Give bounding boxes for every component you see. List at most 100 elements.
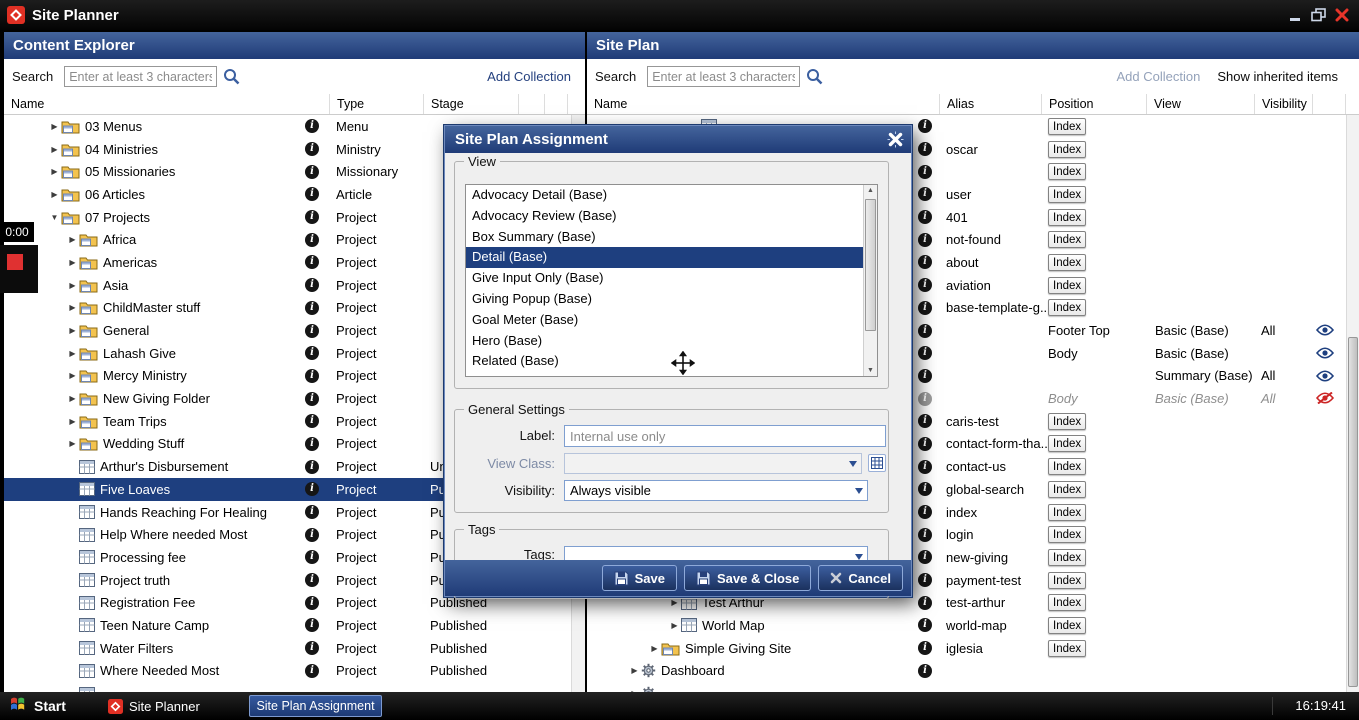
column-header-type[interactable]: Type (330, 94, 424, 114)
index-button[interactable]: Index (1048, 594, 1087, 612)
info-icon[interactable]: i (305, 323, 319, 338)
info-icon[interactable]: i (918, 459, 932, 474)
info-icon[interactable]: i (305, 482, 319, 497)
info-icon[interactable]: i (918, 663, 932, 678)
info-icon[interactable]: i (305, 255, 319, 270)
info-icon[interactable]: i (305, 459, 319, 474)
eye-visible-icon[interactable] (1315, 324, 1335, 339)
view-option[interactable]: Related (Base) (466, 351, 863, 372)
dialog-titlebar[interactable]: Site Plan Assignment (445, 126, 911, 153)
info-icon[interactable]: i (918, 346, 932, 361)
info-icon[interactable]: i (305, 663, 319, 678)
info-icon[interactable]: i (305, 232, 319, 247)
info-icon[interactable]: i (918, 164, 932, 179)
expand-arrow-icon[interactable]: ▶ (66, 281, 79, 290)
taskbar-item-site-plan-assignment[interactable]: Site Plan Assignment (249, 695, 382, 717)
eye-visible-icon[interactable] (1315, 347, 1335, 362)
index-button[interactable]: Index (1048, 458, 1087, 476)
show-inherited-items-link[interactable]: Show inherited items (1217, 69, 1338, 84)
expand-arrow-icon[interactable]: ▶ (66, 303, 79, 312)
view-option[interactable]: Hero (Base) (466, 331, 863, 352)
visibility-select[interactable]: Always visible (564, 480, 868, 501)
expand-arrow-icon[interactable]: ▼ (48, 213, 61, 222)
minimize-icon[interactable] (1287, 7, 1305, 23)
expand-arrow-icon[interactable]: ▶ (66, 235, 79, 244)
label-input[interactable] (564, 425, 886, 447)
eye-hidden-icon[interactable] (1315, 391, 1335, 407)
info-icon[interactable]: i (918, 550, 932, 565)
view-option[interactable]: Give Input Only (Base) (466, 268, 863, 289)
cancel-button[interactable]: Cancel (818, 565, 903, 591)
expand-arrow-icon[interactable]: ▶ (628, 666, 641, 675)
info-icon[interactable]: i (918, 414, 932, 429)
view-class-browse-button[interactable] (868, 454, 886, 472)
column-header-view[interactable]: View (1147, 94, 1255, 114)
expand-arrow-icon[interactable]: ▶ (66, 394, 79, 403)
index-button[interactable]: Index (1048, 276, 1087, 294)
info-icon[interactable]: i (305, 368, 319, 383)
expand-arrow-icon[interactable]: ▶ (66, 258, 79, 267)
view-option[interactable]: Detail (Base) (466, 247, 863, 269)
index-button[interactable]: Index (1048, 117, 1087, 135)
expand-arrow-icon[interactable]: ▶ (668, 621, 681, 630)
index-button[interactable]: Index (1048, 208, 1087, 226)
search-icon[interactable] (806, 68, 823, 85)
info-icon[interactable]: i (918, 436, 932, 451)
save-close-button[interactable]: Save & Close (683, 565, 812, 591)
view-class-select[interactable] (564, 453, 862, 474)
expand-arrow-icon[interactable]: ▶ (48, 122, 61, 131)
search-input[interactable] (647, 66, 801, 87)
info-icon[interactable]: i (305, 550, 319, 565)
info-icon[interactable]: i (305, 164, 319, 179)
expand-arrow-icon[interactable]: ▶ (66, 349, 79, 358)
column-header-name[interactable]: Name (4, 94, 330, 114)
site-plan-row[interactable]: ▶ World Map i world-map Index (587, 614, 1346, 637)
info-icon[interactable]: i (305, 595, 319, 610)
scrollbar-thumb[interactable] (865, 199, 876, 331)
site-plan-row[interactable]: ▶ Dashboard i (587, 660, 1346, 683)
info-icon[interactable]: i (305, 414, 319, 429)
index-button[interactable]: Index (1048, 639, 1087, 657)
index-button[interactable]: Index (1048, 140, 1087, 158)
expand-arrow-icon[interactable]: ▶ (48, 167, 61, 176)
index-button[interactable]: Index (1048, 412, 1087, 430)
dialog-close-icon[interactable] (887, 131, 904, 148)
info-icon[interactable]: i (305, 436, 319, 451)
info-icon[interactable]: i (305, 187, 319, 202)
info-icon[interactable]: i (918, 482, 932, 497)
info-icon[interactable]: i (305, 119, 319, 134)
content-row[interactable] (4, 682, 571, 692)
expand-arrow-icon[interactable]: ▶ (648, 644, 661, 653)
eye-visible-icon[interactable] (1315, 370, 1335, 385)
info-icon[interactable]: i (918, 527, 932, 542)
index-button[interactable]: Index (1048, 163, 1087, 181)
info-icon[interactable]: i (305, 300, 319, 315)
info-icon[interactable]: i (305, 391, 319, 406)
index-button[interactable]: Index (1048, 616, 1087, 634)
index-button[interactable]: Index (1048, 231, 1087, 249)
scroll-up-icon[interactable]: ▲ (864, 187, 877, 194)
view-option[interactable]: Advocacy Review (Base) (466, 206, 863, 227)
info-icon[interactable]: i (918, 187, 932, 202)
search-input[interactable] (64, 66, 218, 87)
info-icon[interactable]: i (918, 278, 932, 293)
expand-arrow-icon[interactable]: ▶ (66, 326, 79, 335)
view-option[interactable]: Box Summary (Base) (466, 227, 863, 248)
info-icon[interactable]: i (305, 278, 319, 293)
info-icon[interactable]: i (305, 573, 319, 588)
restore-icon[interactable] (1310, 7, 1328, 23)
chevron-down-icon[interactable] (852, 482, 866, 499)
site-plan-scrollbar[interactable] (1346, 115, 1359, 692)
close-icon[interactable] (1333, 7, 1351, 23)
scroll-down-icon[interactable]: ▼ (864, 367, 877, 374)
info-icon[interactable]: i (305, 346, 319, 361)
expand-arrow-icon[interactable]: ▶ (48, 190, 61, 199)
index-button[interactable]: Index (1048, 480, 1087, 498)
info-icon[interactable]: i (918, 255, 932, 270)
info-icon[interactable]: i (918, 142, 932, 157)
expand-arrow-icon[interactable]: ▶ (668, 598, 681, 607)
expand-arrow-icon[interactable]: ▶ (66, 417, 79, 426)
scrollbar-thumb[interactable] (1348, 337, 1358, 687)
index-button[interactable]: Index (1048, 299, 1087, 317)
site-plan-row[interactable]: ▶ (587, 682, 1346, 692)
